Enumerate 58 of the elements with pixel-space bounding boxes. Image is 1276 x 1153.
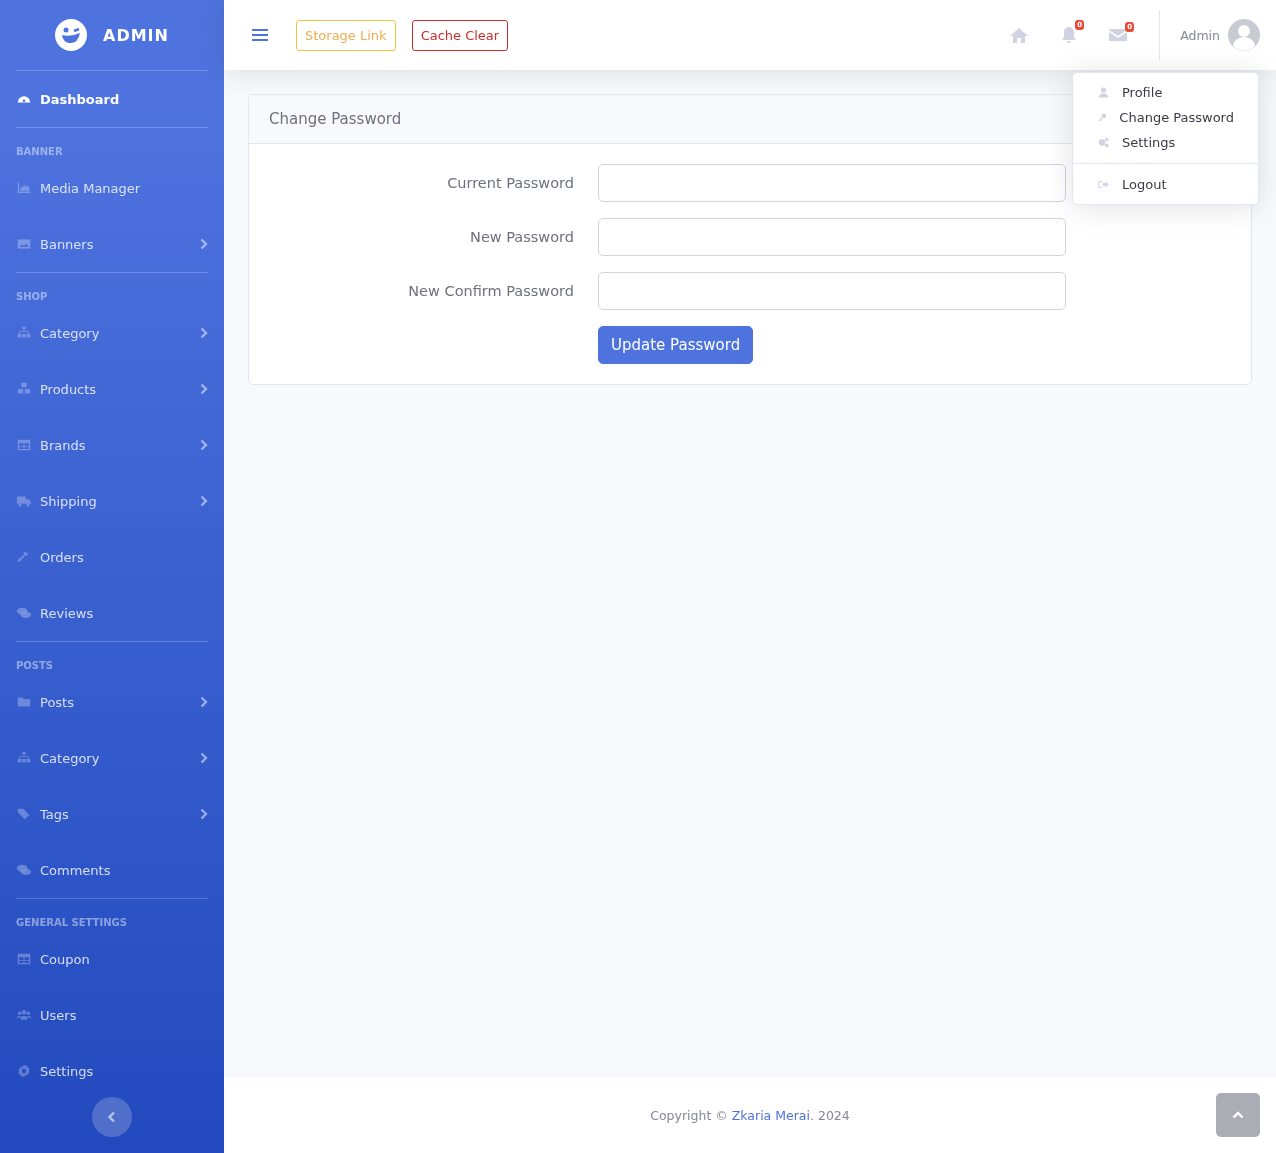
author-link[interactable]: Zkaria Merai — [731, 1107, 810, 1123]
password-field[interactable] — [598, 272, 1066, 310]
chevron-up-icon — [1232, 1111, 1244, 1119]
password-field[interactable] — [598, 164, 1066, 202]
brand-name: ADMIN — [103, 25, 169, 45]
section-heading: POSTS — [15, 659, 55, 673]
sidebar-item[interactable]: Users — [0, 987, 224, 1043]
section-heading: GENERAL SETTINGS — [15, 916, 128, 930]
field-label: New Password — [469, 229, 574, 245]
menu-item[interactable]: Profile — [1073, 80, 1258, 105]
sidebar-item[interactable]: Products — [0, 361, 224, 417]
sidebar-item[interactable]: Media Manager — [0, 160, 224, 216]
sidebar-item[interactable]: Category — [0, 305, 224, 361]
sidebar-item[interactable]: Brands — [0, 417, 224, 473]
key-icon — [1097, 111, 1108, 124]
user-icon — [1097, 86, 1110, 99]
sidebar-item[interactable]: Reviews — [0, 585, 224, 641]
sidebar-item[interactable]: Category — [0, 730, 224, 786]
card-title: Change Password — [269, 110, 402, 128]
sidebar-item[interactable]: Comments — [0, 842, 224, 898]
password-field[interactable] — [598, 218, 1066, 256]
sidebar-item[interactable]: Shipping — [0, 473, 224, 529]
field-label: New Confirm Password — [407, 283, 574, 299]
avatar-icon[interactable] — [1228, 19, 1260, 51]
menu-icon[interactable] — [252, 28, 268, 42]
home-icon[interactable] — [1009, 26, 1030, 44]
toolbar-button[interactable]: Cache Clear — [411, 19, 509, 51]
sidebar-collapse-button[interactable] — [92, 1097, 132, 1137]
scroll-top-button[interactable] — [1216, 1093, 1260, 1137]
chat-icon — [16, 605, 32, 621]
menu-item[interactable]: Logout — [1073, 172, 1258, 197]
sidebar-item[interactable]: Settings — [0, 1043, 224, 1099]
field-label: Current Password — [446, 175, 574, 191]
table-icon — [16, 437, 32, 453]
sidebar-item[interactable]: Banners — [0, 216, 224, 272]
sidebar-item[interactable]: Posts — [0, 674, 224, 730]
settings-icon — [16, 1063, 32, 1079]
table-icon — [16, 951, 32, 967]
submit-button[interactable]: Update Password — [598, 326, 754, 364]
laughing-face-icon — [55, 19, 88, 51]
sidebar-item[interactable]: Coupon — [0, 931, 224, 987]
chevron-left-icon — [108, 1111, 116, 1123]
sidebar-item[interactable]: Tags — [0, 786, 224, 842]
sidebar-item[interactable]: Orders — [0, 529, 224, 585]
gears-icon — [1097, 136, 1110, 149]
menu-item[interactable]: Settings — [1073, 130, 1258, 155]
chat-icon — [16, 862, 32, 878]
chart-icon — [16, 180, 32, 196]
user-name[interactable]: Admin — [1180, 27, 1220, 43]
menu-item[interactable]: Change Password — [1073, 105, 1258, 130]
tag-icon — [16, 806, 32, 822]
bell-icon[interactable] — [1061, 26, 1078, 44]
sidebar-item[interactable]: Dashboard — [0, 71, 224, 127]
logout-icon — [1097, 178, 1110, 191]
section-heading: SHOP — [15, 290, 49, 304]
envelope-icon[interactable] — [1109, 28, 1128, 42]
section-heading: BANNER — [15, 145, 64, 159]
copyright-text: Copyright © Zkaria Merai. 2024 — [650, 1107, 850, 1123]
